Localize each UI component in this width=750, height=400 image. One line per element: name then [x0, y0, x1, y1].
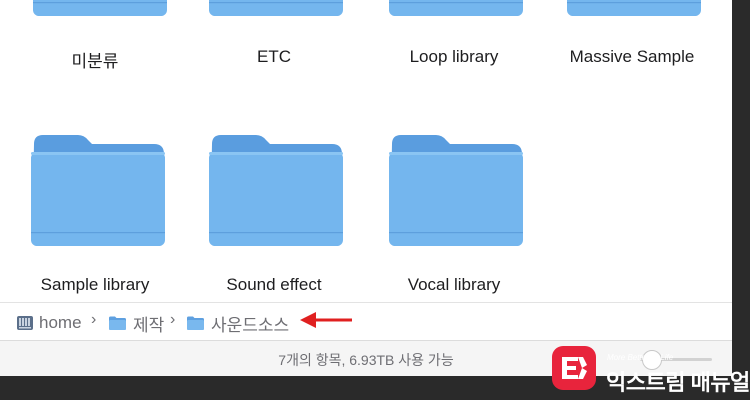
folder-label: Massive Sample [569, 47, 695, 66]
folder-label: ETC [257, 47, 291, 66]
annotation-arrow [300, 312, 352, 328]
watermark-logo: More Better IT Life 익스트림 매뉴얼 [552, 346, 750, 395]
path-crumb-folder[interactable]: 사운드소스 [186, 312, 290, 335]
folder-icon [388, 0, 524, 17]
path-crumb-home[interactable]: home [16, 312, 82, 334]
chevron-right-icon: › [170, 311, 176, 328]
finder-window: 미분류 ETC Loop library Massive Sample Samp… [0, 0, 732, 376]
path-crumb-label: 사운드소스 [211, 315, 290, 335]
folder-icon [208, 0, 344, 17]
folder-label: Sample library [40, 275, 150, 294]
path-crumb-label: home [39, 313, 82, 332]
folder-label: Loop library [409, 47, 499, 66]
folder-icon [30, 132, 166, 247]
file-grid: 미분류 ETC Loop library Massive Sample Samp… [0, 0, 732, 302]
path-bar: home › 제작 › 사운드소스 [0, 302, 732, 341]
folder-icon [208, 132, 344, 247]
folder-icon [108, 315, 127, 331]
path-crumb-label: 제작 [133, 315, 165, 335]
folder-label: Vocal library [407, 275, 501, 294]
folder-icon [566, 0, 702, 17]
folder-label: 미분류 [71, 52, 119, 71]
folder-icon [32, 0, 168, 17]
logo-tagline: More Better IT Life [607, 353, 674, 362]
folder-label: Sound effect [226, 275, 322, 294]
drive-icon [16, 314, 34, 332]
logo-mark-icon [552, 346, 596, 390]
path-crumb-folder[interactable]: 제작 [108, 312, 165, 335]
folder-icon [186, 315, 205, 331]
chevron-right-icon: › [91, 311, 97, 328]
folder-icon [388, 132, 524, 247]
logo-name: 익스트림 매뉴얼 [606, 370, 750, 395]
